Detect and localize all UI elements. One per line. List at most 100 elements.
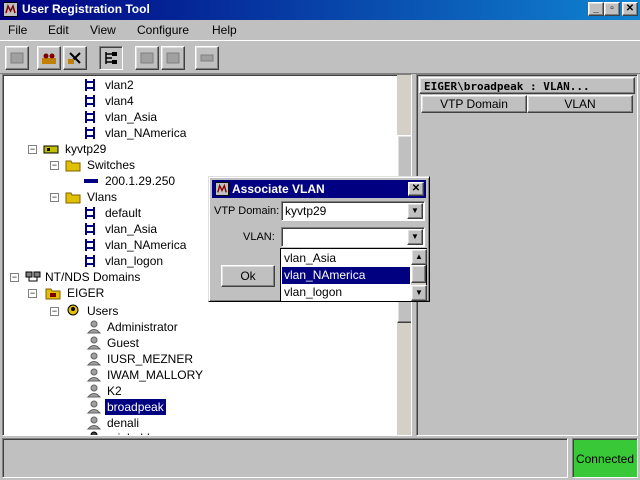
blank-icon bbox=[140, 52, 154, 64]
domain-folder-icon bbox=[45, 288, 61, 300]
vlan-combo[interactable]: ▼ bbox=[281, 227, 425, 247]
toolbar-button-disabled-3[interactable] bbox=[161, 46, 185, 70]
ok-button[interactable]: Ok bbox=[221, 265, 275, 287]
vlan-option[interactable]: vlan_Asia bbox=[282, 250, 410, 267]
vtp-domain-value: kyvtp29 bbox=[285, 204, 327, 218]
vlan-icon bbox=[85, 79, 95, 91]
window-title: User Registration Tool bbox=[22, 2, 150, 16]
user-icon bbox=[87, 384, 101, 398]
vtp-domain-combo[interactable]: kyvtp29 ▼ bbox=[281, 201, 425, 221]
chevron-down-icon[interactable]: ▼ bbox=[407, 203, 423, 219]
tree-label: default bbox=[105, 206, 142, 220]
menu-view[interactable]: View bbox=[90, 23, 116, 37]
vlan-option[interactable]: vlan_logon bbox=[282, 284, 410, 301]
collapse-toggle[interactable]: − bbox=[28, 289, 37, 298]
add-user-button[interactable] bbox=[37, 46, 61, 70]
tree-label: Switches bbox=[87, 158, 136, 172]
menu-edit[interactable]: Edit bbox=[48, 23, 69, 37]
collapse-toggle[interactable]: − bbox=[50, 193, 59, 202]
tree-label: EIGER bbox=[67, 286, 105, 300]
close-button[interactable]: ✕ bbox=[622, 2, 638, 16]
menu-help[interactable]: Help bbox=[212, 23, 237, 37]
title-bar: User Registration Tool _ ▫ ✕ bbox=[0, 0, 640, 20]
vlan-icon bbox=[85, 223, 95, 235]
switch-device-icon bbox=[43, 145, 59, 154]
column-header-vtp-domain[interactable]: VTP Domain bbox=[421, 95, 527, 113]
details-list bbox=[419, 113, 635, 433]
status-bar: Connected bbox=[0, 436, 640, 480]
status-message bbox=[2, 438, 568, 478]
restore-button[interactable]: ▫ bbox=[604, 2, 620, 16]
users-icon bbox=[67, 304, 79, 316]
tree-view-button[interactable] bbox=[99, 46, 123, 70]
vlan-icon bbox=[85, 207, 95, 219]
tree-label-selected: broadpeak bbox=[105, 399, 166, 415]
tree-label: vlan_Asia bbox=[105, 222, 158, 236]
dialog-close-button[interactable]: ✕ bbox=[408, 182, 424, 196]
tree-label: vlan_NAmerica bbox=[105, 126, 187, 140]
user-icon bbox=[87, 336, 101, 350]
dropdown-scrollbar[interactable]: ▲ ▼ bbox=[411, 249, 427, 301]
column-header-vlan[interactable]: VLAN bbox=[527, 95, 633, 113]
details-panel: EIGER\broadpeak : VLAN... VTP Domain VLA… bbox=[416, 74, 638, 436]
user-icon bbox=[87, 416, 101, 430]
tree-label: K2 bbox=[107, 384, 122, 398]
tree-label: IWAM_MALLORY bbox=[107, 368, 204, 382]
dialog-title: Associate VLAN bbox=[232, 182, 325, 196]
switch-port-icon bbox=[84, 179, 98, 183]
user-icon bbox=[87, 320, 101, 334]
toolbar-button-disabled-2[interactable] bbox=[135, 46, 159, 70]
vtp-domain-label: VTP Domain: bbox=[214, 205, 280, 217]
scroll-up-icon[interactable]: ▲ bbox=[411, 249, 427, 265]
tree-label: Guest bbox=[107, 336, 140, 350]
delete-button[interactable] bbox=[63, 46, 87, 70]
minimize-button[interactable]: _ bbox=[588, 2, 604, 16]
vlan-icon bbox=[85, 239, 95, 251]
vlan-icon bbox=[85, 255, 95, 267]
vlan-option-highlighted[interactable]: vlan_NAmerica bbox=[282, 267, 410, 284]
tree-network-icon bbox=[105, 52, 117, 64]
network-domains-icon bbox=[25, 271, 41, 282]
tree-label: Users bbox=[87, 304, 119, 318]
tree-label: vlan2 bbox=[105, 78, 134, 92]
tree-label: vlan4 bbox=[105, 94, 134, 108]
user-icon bbox=[87, 400, 101, 414]
tree-label: Vlans bbox=[87, 190, 118, 204]
tree-label: vlan_Asia bbox=[105, 110, 158, 124]
tree-label: kyvtp29 bbox=[65, 142, 107, 156]
tree-label: Administrator bbox=[107, 320, 178, 334]
details-header: EIGER\broadpeak : VLAN... bbox=[419, 77, 635, 94]
vlan-icon bbox=[85, 95, 95, 107]
menu-file[interactable]: File bbox=[8, 23, 27, 37]
collapse-toggle[interactable]: − bbox=[10, 273, 19, 282]
chevron-down-icon[interactable]: ▼ bbox=[407, 229, 423, 245]
blank-icon bbox=[10, 52, 24, 64]
vlan-icon bbox=[85, 111, 95, 123]
users-group-icon bbox=[42, 53, 56, 64]
collapse-toggle[interactable]: − bbox=[28, 145, 37, 154]
connection-status: Connected bbox=[572, 438, 638, 478]
dialog-title-bar: Associate VLAN ✕ bbox=[212, 180, 426, 198]
vlan-dropdown-list[interactable]: vlan_Asia vlan_NAmerica vlan_logon ▲ ▼ bbox=[280, 248, 427, 302]
tree-label: IUSR_MEZNER bbox=[107, 352, 194, 366]
blank-icon bbox=[200, 54, 214, 62]
toolbar-button-disabled-4[interactable] bbox=[195, 46, 219, 70]
tree-label: NT/NDS Domains bbox=[45, 270, 141, 284]
blank-icon bbox=[166, 52, 180, 64]
tree-label: denali bbox=[107, 416, 140, 430]
tree-label: vlan_logon bbox=[105, 254, 164, 268]
folder-open-icon bbox=[65, 160, 81, 172]
toolbar-button-disabled-1[interactable] bbox=[5, 46, 29, 70]
collapse-toggle[interactable]: − bbox=[50, 161, 59, 170]
user-icon bbox=[87, 368, 101, 382]
collapse-toggle[interactable]: − bbox=[50, 307, 59, 316]
toolbar bbox=[0, 40, 640, 74]
scroll-thumb[interactable] bbox=[411, 265, 426, 283]
menu-configure[interactable]: Configure bbox=[137, 23, 189, 37]
vlan-icon bbox=[85, 127, 95, 139]
scroll-down-icon[interactable]: ▼ bbox=[411, 285, 427, 301]
tree-label: vlan_NAmerica bbox=[105, 238, 187, 252]
user-icon bbox=[87, 352, 101, 366]
app-icon bbox=[3, 2, 18, 17]
menu-bar: File Edit View Configure Help bbox=[0, 20, 640, 40]
